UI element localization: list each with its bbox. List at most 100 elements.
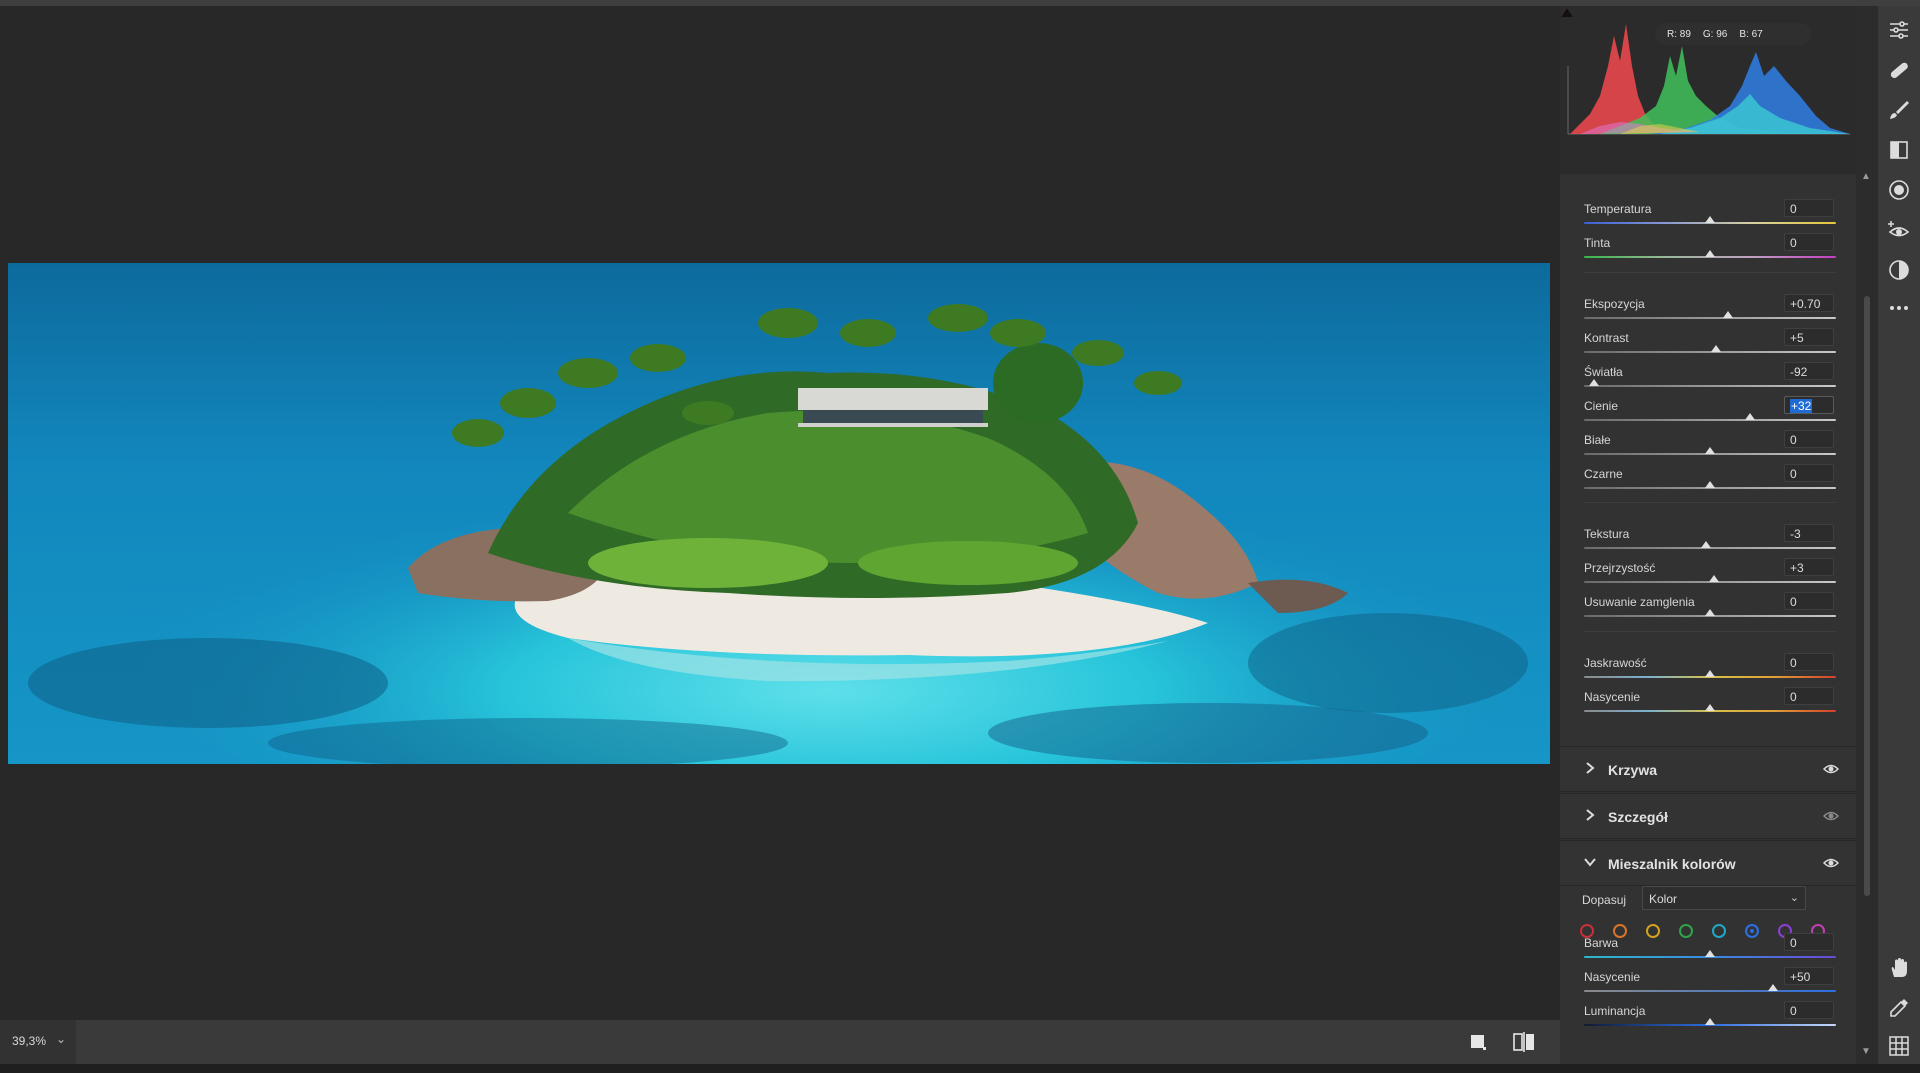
shadows-slider[interactable]: Cienie +32	[1560, 393, 1858, 429]
mixer-saturation-thumb[interactable]	[1768, 984, 1778, 991]
vibrance-thumb[interactable]	[1705, 670, 1715, 677]
adjust-select[interactable]: Kolor ⌄	[1642, 886, 1806, 910]
mixer-saturation-value-field[interactable]: +50	[1784, 967, 1834, 985]
luminance-thumb[interactable]	[1705, 1018, 1715, 1025]
exposure-slider[interactable]: Ekspozycja +0.70	[1560, 291, 1858, 327]
image-canvas[interactable]	[0, 6, 1560, 1020]
zoom-dropdown[interactable]: 39,3% ⌄	[0, 1020, 76, 1064]
clarity-value-field[interactable]: +3	[1784, 558, 1834, 576]
mixer-saturation-track[interactable]	[1584, 990, 1836, 992]
luminance-value: 0	[1790, 1004, 1797, 1018]
adjust-label: Dopasuj	[1582, 893, 1627, 907]
dehaze-slider[interactable]: Usuwanie zamglenia 0	[1560, 589, 1858, 625]
visibility-eye-icon[interactable]	[1823, 809, 1839, 823]
tint-value: 0	[1790, 236, 1797, 250]
single-view-icon[interactable]	[1470, 1034, 1486, 1050]
hue-thumb[interactable]	[1705, 950, 1715, 957]
edit-panel: R: 89 G: 96 B: 67 Temperatura 0 Tinta 0 Eksp…	[1560, 6, 1858, 1064]
highlights-slider[interactable]: Światła -92	[1560, 359, 1858, 395]
contrast-track[interactable]	[1584, 351, 1836, 353]
scrollbar-thumb[interactable]	[1864, 296, 1870, 896]
panel-scrollbar[interactable]: ▲ ▼	[1856, 6, 1878, 1064]
blacks-thumb[interactable]	[1705, 481, 1715, 488]
clarity-thumb[interactable]	[1708, 575, 1719, 582]
temperature-slider[interactable]: Temperatura 0	[1560, 196, 1858, 232]
dehaze-thumb[interactable]	[1705, 609, 1715, 616]
luminance-value-field[interactable]: 0	[1784, 1001, 1834, 1019]
hue-slider[interactable]: Barwa 0	[1560, 930, 1858, 966]
dehaze-value-field[interactable]: 0	[1784, 592, 1834, 610]
adjust-select-value: Kolor	[1649, 892, 1678, 906]
contrast-thumb[interactable]	[1711, 345, 1722, 352]
highlights-track[interactable]	[1584, 385, 1836, 387]
contrast-value-field[interactable]: +5	[1784, 328, 1834, 346]
mixer-saturation-value: +50	[1790, 970, 1811, 984]
curves-title: Krzywa	[1608, 762, 1658, 778]
grid-overlay-icon[interactable]	[1887, 1034, 1911, 1058]
blacks-slider[interactable]: Czarne 0	[1560, 461, 1858, 497]
saturation-thumb[interactable]	[1705, 704, 1715, 711]
status-bar: 39,3% ⌄	[0, 1020, 1560, 1064]
hand-icon[interactable]	[1887, 956, 1911, 980]
whites-label: Białe	[1584, 433, 1611, 447]
eyedropper-icon[interactable]	[1887, 996, 1911, 1020]
visibility-eye-icon[interactable]	[1823, 856, 1839, 870]
saturation-value: 0	[1790, 690, 1797, 704]
texture-thumb[interactable]	[1701, 541, 1712, 548]
highlights-thumb[interactable]	[1589, 379, 1600, 386]
tint-value-field[interactable]: 0	[1784, 233, 1834, 251]
red-eye-icon[interactable]	[1887, 218, 1911, 242]
mixer-saturation-slider[interactable]: Nasycenie +50	[1560, 964, 1858, 1000]
shadows-track[interactable]	[1584, 419, 1836, 421]
whites-thumb[interactable]	[1705, 447, 1715, 454]
color-mixer-title: Mieszalnik kolorów	[1608, 856, 1736, 872]
exposure-value-field[interactable]: +0.70	[1784, 294, 1834, 312]
scroll-down-icon[interactable]: ▼	[1861, 1046, 1871, 1057]
radial-gradient-icon[interactable]	[1887, 178, 1911, 202]
contrast-slider[interactable]: Kontrast +5	[1560, 325, 1858, 361]
presets-icon[interactable]	[1887, 258, 1911, 282]
texture-slider[interactable]: Tekstura -3	[1560, 521, 1858, 557]
brush-icon[interactable]	[1887, 98, 1911, 122]
exposure-track[interactable]	[1584, 317, 1836, 319]
hue-value: 0	[1790, 936, 1797, 950]
shadows-label: Cienie	[1584, 399, 1619, 413]
shadows-value-field[interactable]: +32	[1784, 396, 1834, 414]
highlights-value-field[interactable]: -92	[1784, 362, 1834, 380]
detail-header[interactable]: Szczegół	[1560, 793, 1858, 839]
before-after-view-icon[interactable]	[1513, 1032, 1535, 1052]
clarity-slider[interactable]: Przejrzystość +3	[1560, 555, 1858, 591]
vibrance-slider[interactable]: Jaskrawość 0	[1560, 650, 1858, 686]
texture-value-field[interactable]: -3	[1784, 524, 1834, 542]
healing-bandage-icon[interactable]	[1887, 58, 1911, 82]
photo-preview[interactable]	[8, 263, 1550, 764]
exposure-label: Ekspozycja	[1584, 297, 1645, 311]
saturation-label: Nasycenie	[1584, 690, 1641, 704]
temperature-thumb[interactable]	[1705, 216, 1715, 223]
luminance-slider[interactable]: Luminancja 0	[1560, 998, 1858, 1034]
tint-thumb[interactable]	[1705, 250, 1715, 257]
curves-header[interactable]: Krzywa	[1560, 746, 1858, 792]
edit-sliders-icon[interactable]	[1887, 18, 1911, 42]
saturation-slider[interactable]: Nasycenie 0	[1560, 684, 1858, 720]
saturation-value-field[interactable]: 0	[1784, 687, 1834, 705]
vibrance-value-field[interactable]: 0	[1784, 653, 1834, 671]
more-options-icon[interactable]	[1887, 296, 1911, 320]
whites-slider[interactable]: Białe 0	[1560, 427, 1858, 463]
basic-section: Temperatura 0 Tinta 0 Ekspozycja +0.70 Kontras…	[1560, 6, 1858, 746]
shadows-thumb[interactable]	[1745, 413, 1756, 420]
whites-value: 0	[1790, 433, 1797, 447]
scroll-up-icon[interactable]: ▲	[1861, 171, 1871, 182]
exposure-thumb[interactable]	[1722, 311, 1733, 318]
blacks-label: Czarne	[1584, 467, 1623, 481]
linear-gradient-icon[interactable]	[1887, 138, 1911, 162]
dehaze-value: 0	[1790, 595, 1797, 609]
visibility-eye-icon[interactable]	[1823, 762, 1839, 776]
tint-slider[interactable]: Tinta 0	[1560, 230, 1858, 266]
temperature-value-field[interactable]: 0	[1784, 199, 1834, 217]
hue-value-field[interactable]: 0	[1784, 933, 1834, 951]
contrast-label: Kontrast	[1584, 331, 1629, 345]
blacks-value-field[interactable]: 0	[1784, 464, 1834, 482]
color-mixer-header[interactable]: Mieszalnik kolorów	[1560, 840, 1858, 886]
whites-value-field[interactable]: 0	[1784, 430, 1834, 448]
